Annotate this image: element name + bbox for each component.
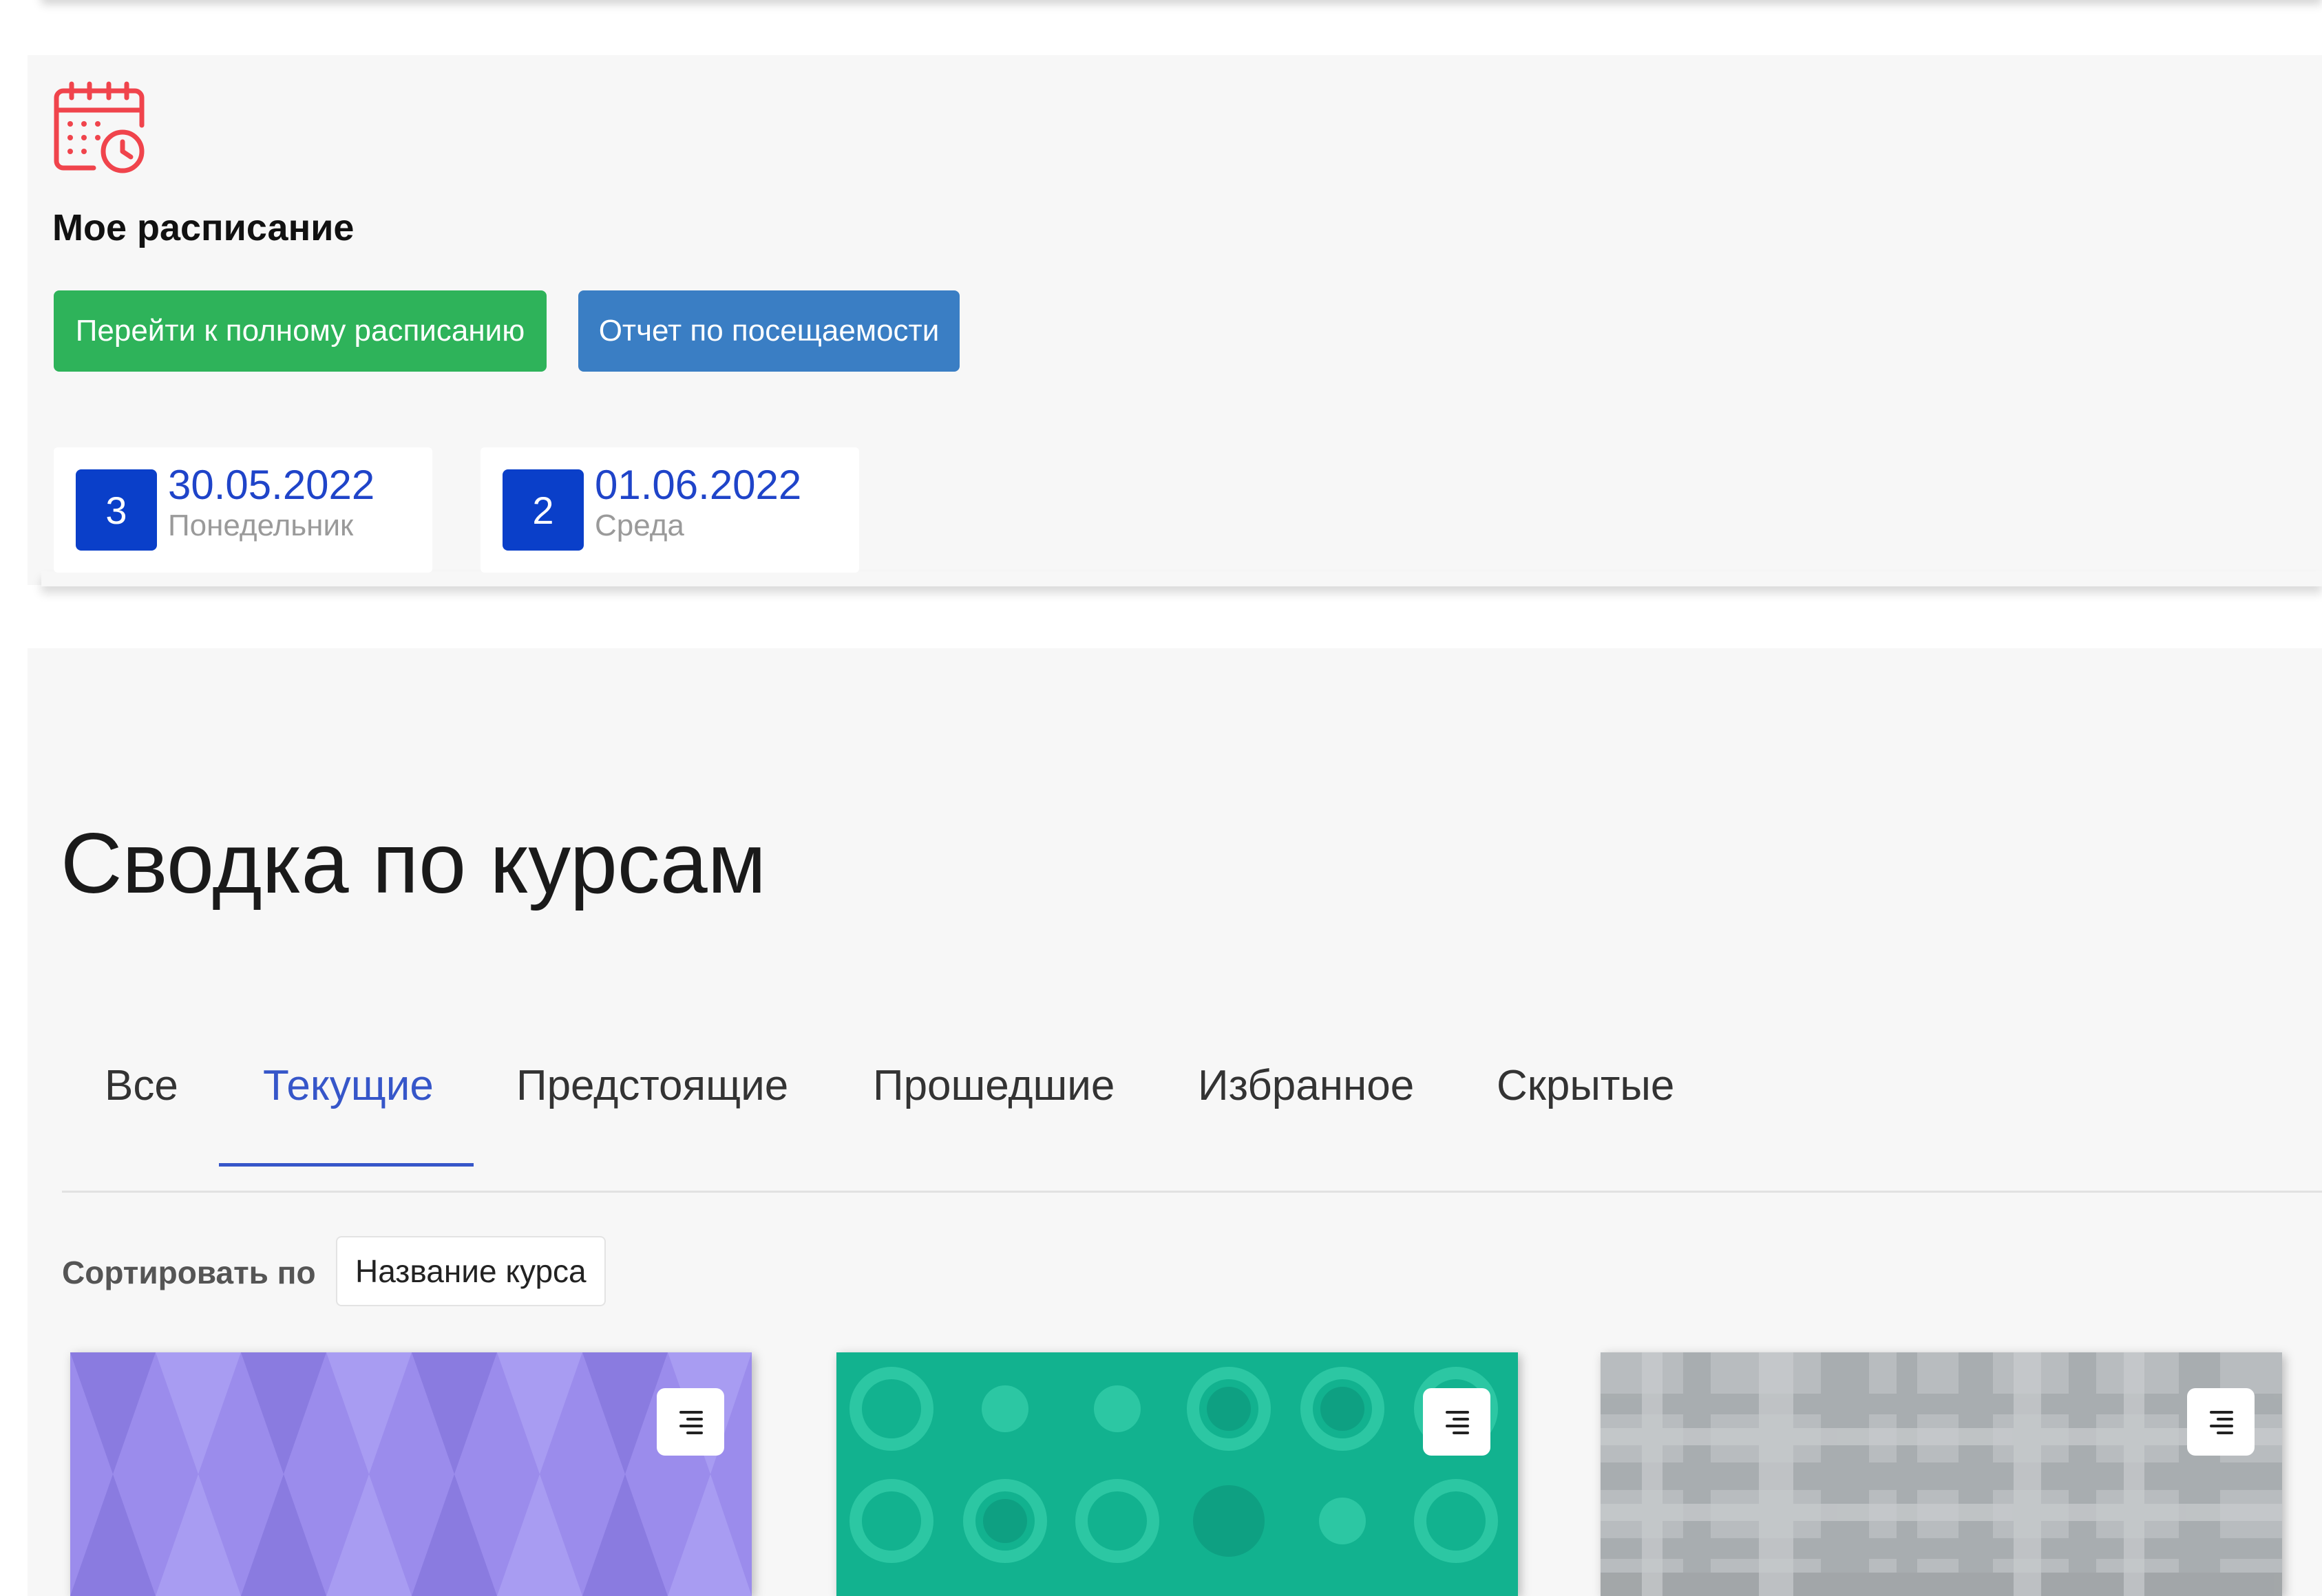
course-image-argyle [70,1352,752,1596]
day-weekday: Среда [595,509,684,542]
course-image-plaid [1601,1352,2282,1596]
course-menu-button[interactable] [2187,1388,2255,1456]
tab-hidden[interactable]: Скрытые [1497,1061,1674,1110]
menu-lines-icon [2210,1411,2233,1434]
schedule-day-card[interactable]: 2 01.06.2022 Среда [481,447,859,573]
course-overview-title: Сводка по курсам [61,816,766,911]
lesson-count-badge: 3 [76,469,157,551]
course-menu-button[interactable] [1423,1388,1490,1456]
schedule-title: Мое расписание [52,207,355,248]
full-schedule-button[interactable]: Перейти к полному расписанию [54,290,547,372]
menu-lines-icon [1446,1411,1469,1434]
course-menu-button[interactable] [657,1388,724,1456]
schedule-block-shadow [41,571,2322,586]
tab-current[interactable]: Текущие [263,1061,434,1110]
course-card[interactable] [1601,1352,2282,1596]
course-image-circles [836,1352,1518,1596]
active-tab-indicator [219,1163,474,1167]
tab-favorites[interactable]: Избранное [1198,1061,1414,1110]
tab-all[interactable]: Все [105,1061,178,1110]
day-date[interactable]: 01.06.2022 [595,462,801,508]
calendar-clock-icon [51,80,147,176]
schedule-day-card[interactable]: 3 30.05.2022 Понедельник [54,447,432,573]
course-card[interactable] [836,1352,1518,1596]
lesson-count-badge: 2 [503,469,584,551]
day-weekday: Понедельник [168,509,354,542]
sort-label: Сортировать по [62,1255,316,1290]
menu-lines-icon [679,1411,703,1434]
tab-upcoming[interactable]: Предстоящие [516,1061,788,1110]
sort-select[interactable]: Название курса [336,1236,606,1306]
tab-past[interactable]: Прошедшие [873,1061,1115,1110]
tabs-divider [62,1191,2322,1193]
attendance-report-button[interactable]: Отчет по посещаемости [578,290,960,372]
day-date[interactable]: 30.05.2022 [168,462,374,508]
course-card[interactable] [70,1352,752,1596]
